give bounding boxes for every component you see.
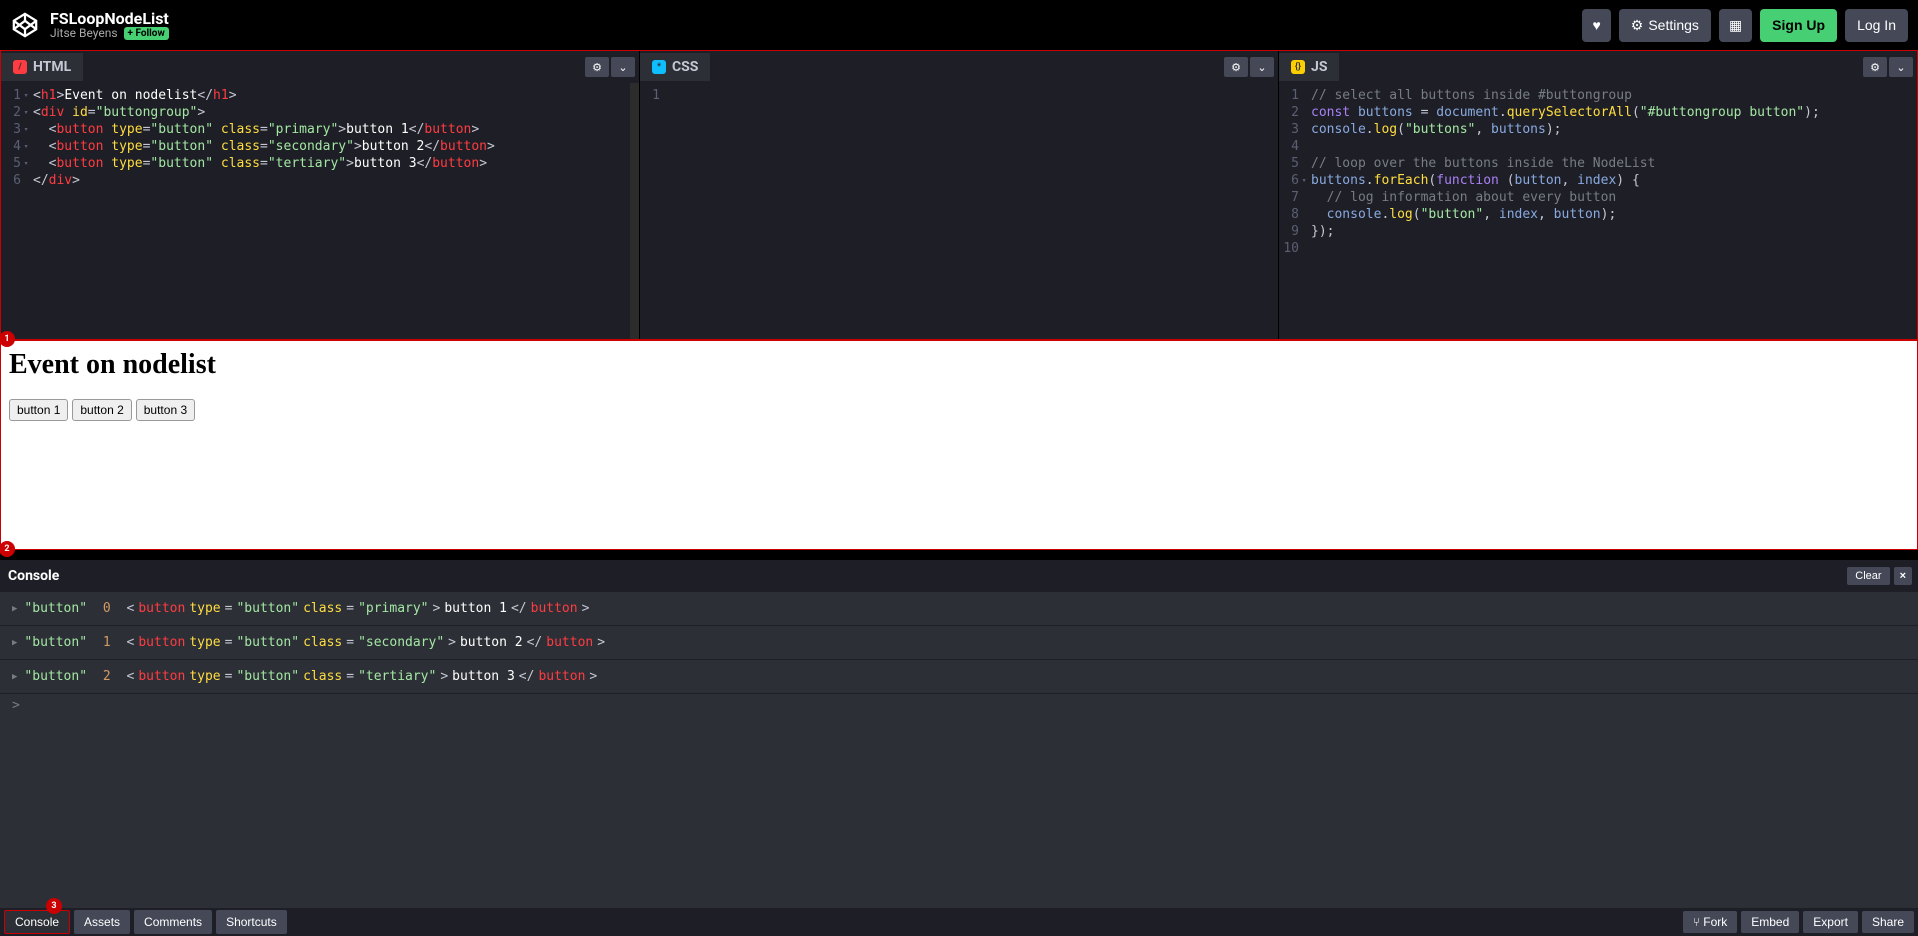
css-code[interactable] <box>666 83 1278 339</box>
html-icon: / <box>13 60 27 74</box>
js-code[interactable]: // select all buttons inside #buttongrou… <box>1305 83 1917 339</box>
css-icon: * <box>652 60 666 74</box>
console-close-button[interactable]: × <box>1894 567 1912 585</box>
preview-button-3[interactable]: button 3 <box>136 399 195 421</box>
gear-icon: ⚙ <box>592 61 602 74</box>
console-clear-button[interactable]: Clear <box>1847 567 1889 585</box>
layout-button[interactable]: ▦ <box>1719 9 1752 42</box>
divider <box>0 550 1918 560</box>
annotation-marker-3: 3 <box>46 898 62 914</box>
css-chevron-button[interactable]: ⌄ <box>1250 57 1274 77</box>
fork-label: Fork <box>1703 915 1727 929</box>
css-pane-header: * CSS ⚙ ⌄ <box>640 51 1278 83</box>
html-gutter: 123456 <box>1 83 27 339</box>
html-code-editor[interactable]: 123456 <h1>Event on nodelist</h1> <div i… <box>1 83 639 339</box>
codepen-logo[interactable] <box>10 10 40 40</box>
title-block: FSLoopNodeList Jitse Beyens + Follow <box>50 10 169 41</box>
gear-icon: ⚙ <box>1870 61 1880 74</box>
console-row: ▶ "button" 2 <button type="button" class… <box>0 660 1918 694</box>
expand-caret-icon[interactable]: ▶ <box>12 638 17 648</box>
js-label: JS <box>1311 59 1327 75</box>
preview-button-1[interactable]: button 1 <box>9 399 68 421</box>
chevron-down-icon: ⌄ <box>618 61 627 74</box>
html-chevron-button[interactable]: ⌄ <box>611 57 635 77</box>
css-editor-pane: * CSS ⚙ ⌄ 1 <box>640 51 1279 339</box>
heart-icon: ♥ <box>1592 17 1600 33</box>
fork-icon: ⑂ <box>1693 915 1700 929</box>
preview-pane: 2 Event on nodelist button 1 button 2 bu… <box>0 340 1918 550</box>
footer-comments-button[interactable]: Comments <box>134 910 212 934</box>
css-settings-button[interactable]: ⚙ <box>1224 57 1248 77</box>
author-name[interactable]: Jitse Beyens <box>50 27 118 40</box>
console-row: ▶ "button" 1 <button type="button" class… <box>0 626 1918 660</box>
js-settings-button[interactable]: ⚙ <box>1863 57 1887 77</box>
console-body[interactable]: ▶ "button" 0 <button type="button" class… <box>0 592 1918 908</box>
follow-button[interactable]: + Follow <box>124 27 169 40</box>
console-title: Console <box>8 568 59 584</box>
footer-fork-button[interactable]: ⑂ Fork <box>1683 911 1738 933</box>
html-settings-button[interactable]: ⚙ <box>585 57 609 77</box>
js-code-editor[interactable]: 12345678910 // select all buttons inside… <box>1279 83 1917 339</box>
footer: 3 Console Assets Comments Shortcuts ⑂ Fo… <box>0 908 1918 936</box>
js-tab[interactable]: {} JS <box>1279 53 1339 81</box>
js-editor-pane: {} JS ⚙ ⌄ 12345678910 // select all butt… <box>1279 51 1917 339</box>
gear-icon: ⚙ <box>1631 17 1644 34</box>
gear-icon: ⚙ <box>1231 61 1241 74</box>
header: FSLoopNodeList Jitse Beyens + Follow ♥ ⚙… <box>0 0 1918 50</box>
css-label: CSS <box>672 59 698 75</box>
footer-console-button[interactable]: Console <box>4 910 70 934</box>
settings-button[interactable]: ⚙Settings <box>1619 9 1711 42</box>
chevron-down-icon: ⌄ <box>1257 61 1266 74</box>
preview-heading: Event on nodelist <box>9 349 1909 381</box>
pen-title[interactable]: FSLoopNodeList <box>50 10 169 28</box>
chevron-down-icon: ⌄ <box>1896 61 1905 74</box>
settings-label: Settings <box>1648 17 1699 33</box>
js-chevron-button[interactable]: ⌄ <box>1889 57 1913 77</box>
footer-share-button[interactable]: Share <box>1862 911 1914 933</box>
expand-caret-icon[interactable]: ▶ <box>12 672 17 682</box>
header-right: ♥ ⚙Settings ▦ Sign Up Log In <box>1582 9 1908 42</box>
preview-button-group: button 1 button 2 button 3 <box>9 399 1909 421</box>
html-tab[interactable]: / HTML <box>1 53 83 81</box>
css-tab[interactable]: * CSS <box>640 53 710 81</box>
css-code-editor[interactable]: 1 <box>640 83 1278 339</box>
console-row: ▶ "button" 0 <button type="button" class… <box>0 592 1918 626</box>
footer-embed-button[interactable]: Embed <box>1741 911 1799 933</box>
heart-button[interactable]: ♥ <box>1582 9 1610 42</box>
footer-export-button[interactable]: Export <box>1803 911 1858 933</box>
html-code[interactable]: <h1>Event on nodelist</h1> <div id="butt… <box>27 83 639 339</box>
footer-shortcuts-button[interactable]: Shortcuts <box>216 910 287 934</box>
header-left: FSLoopNodeList Jitse Beyens + Follow <box>10 10 169 41</box>
js-icon: {} <box>1291 60 1305 74</box>
html-label: HTML <box>33 59 71 75</box>
css-gutter: 1 <box>640 83 666 339</box>
footer-assets-button[interactable]: Assets <box>74 910 130 934</box>
html-pane-header: / HTML ⚙ ⌄ <box>1 51 639 83</box>
signup-button[interactable]: Sign Up <box>1760 9 1837 42</box>
grid-icon: ▦ <box>1729 17 1742 34</box>
console-header: Console Clear × <box>0 560 1918 592</box>
html-scrollbar[interactable] <box>630 83 639 339</box>
expand-caret-icon[interactable]: ▶ <box>12 604 17 614</box>
editors-row: 1 / HTML ⚙ ⌄ 123456 <h1>Event on nodelis… <box>0 50 1918 340</box>
preview-button-2[interactable]: button 2 <box>72 399 131 421</box>
login-button[interactable]: Log In <box>1845 9 1908 42</box>
js-pane-header: {} JS ⚙ ⌄ <box>1279 51 1917 83</box>
html-editor-pane: / HTML ⚙ ⌄ 123456 <h1>Event on nodelist<… <box>1 51 640 339</box>
console-prompt[interactable]: > <box>0 694 1918 717</box>
js-gutter: 12345678910 <box>1279 83 1305 339</box>
